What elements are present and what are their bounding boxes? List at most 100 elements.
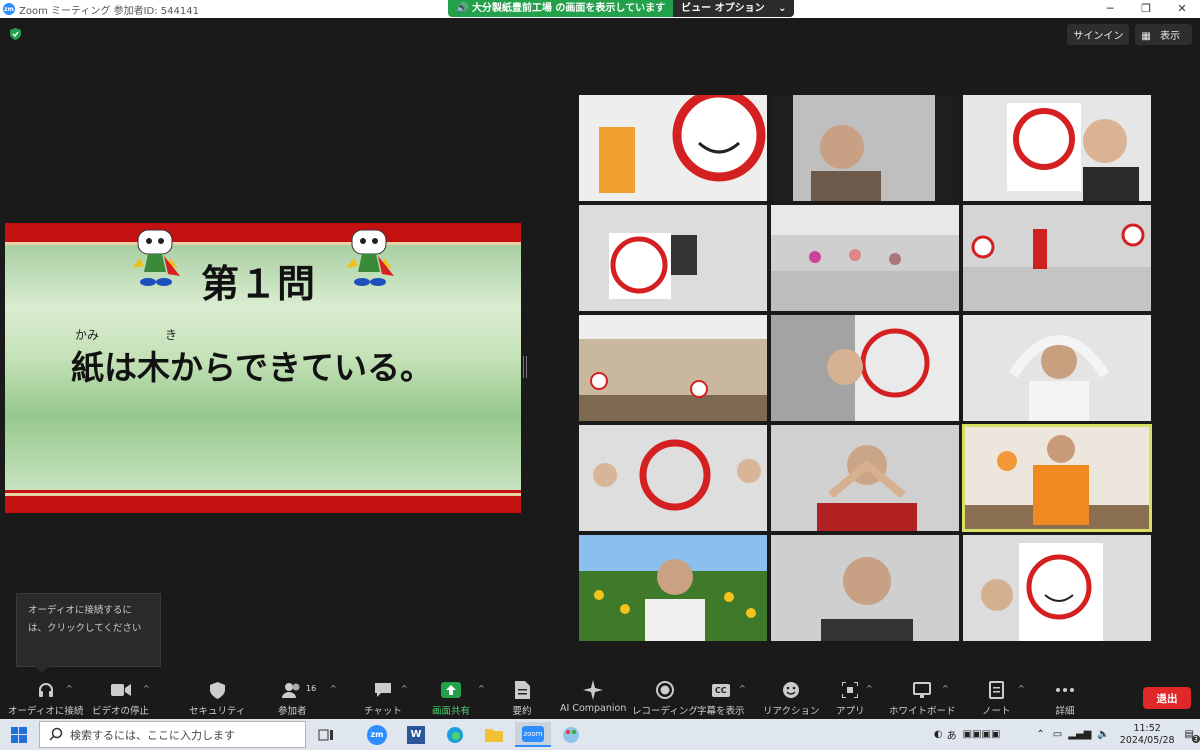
apps-button[interactable]: アプリ [836,680,865,717]
video-tile[interactable] [771,205,959,311]
share-banner: 🔊 大分製紙豊前工場 の画面を表示しています ビュー オプション ⌄ [448,0,795,17]
sunflower-field-image [579,559,767,641]
chat-icon [372,680,394,700]
volume-icon[interactable]: 🔈 [1097,729,1109,740]
participant-count: 16 [306,684,317,693]
search-icon [49,727,63,744]
task-view-icon[interactable] [312,722,340,747]
zoom-taskbar-icon[interactable]: zm [363,722,391,747]
file-explorer-icon[interactable] [480,722,508,747]
apps-caret[interactable]: ^ [866,684,873,693]
split-resize-handle[interactable] [523,356,527,378]
close-button[interactable]: ✕ [1164,0,1200,18]
headphones-icon [35,680,57,700]
chat-caret[interactable]: ^ [401,684,408,693]
video-tile[interactable] [963,535,1151,641]
share-caret[interactable]: ^ [478,684,485,693]
security-button[interactable]: セキュリティ [189,680,245,717]
zoom-meeting-taskbar-icon[interactable]: zoom [515,722,551,747]
video-tile[interactable] [579,535,767,641]
zoom-app-icon: zm [3,3,15,15]
reactions-button[interactable]: リアクション [763,680,820,717]
top-right-controls: サインイン ▦ 表示 [1067,24,1192,45]
toilet-roll-mascot-icon [346,229,394,286]
whiteboard-icon [911,680,933,700]
minimize-button[interactable]: ─ [1092,0,1128,18]
windows-start-icon[interactable] [5,722,33,747]
edge-taskbar-icon[interactable] [441,722,469,747]
video-tile[interactable] [579,315,767,421]
view-button[interactable]: ▦ 表示 [1135,24,1192,45]
window-controls: ─ ❐ ✕ [1092,0,1200,18]
video-tile[interactable] [963,205,1151,311]
network-icon[interactable]: ▂▄▆ [1068,729,1091,740]
smiley-sign-image [599,95,766,193]
notification-icon[interactable]: ▤ 3 [1185,729,1200,743]
encryption-shield-icon[interactable] [10,28,21,40]
toilet-roll-mascot-icon [132,229,180,286]
video-tile[interactable] [771,425,959,531]
notes-icon [985,680,1007,700]
participant-video-image [817,445,917,531]
tray-apps-icon[interactable]: ▣▣▣▣ [963,729,1001,740]
notes-caret[interactable]: ^ [1018,684,1025,693]
chat-button[interactable]: チャット [364,680,402,717]
chevron-up-icon[interactable]: ⌃ [1036,729,1044,740]
video-tile[interactable] [771,535,959,641]
audio-connect-tooltip: オーディオに接続するには、クリックしてください [16,593,161,673]
taskbar-search-input[interactable]: 検索するには、ここに入力します [39,721,306,748]
captions-icon: CC [710,680,732,700]
windows-taskbar: 検索するには、ここに入力します zm W zoom ◐ あ ▣▣▣▣ ⌃ ▭ ▂… [0,719,1200,750]
participants-button[interactable]: 参加者 [278,680,307,717]
record-button[interactable]: レコーディング [632,680,698,717]
video-options-caret[interactable]: ^ [143,684,150,693]
maximize-button[interactable]: ❐ [1128,0,1164,18]
more-button[interactable]: 詳細 [1054,680,1076,717]
taskbar-clock[interactable]: 11:52 2024/05/28 [1120,723,1175,747]
more-icon [1054,680,1076,700]
window-title: Zoom ミーティング 参加者ID: 544141 [19,5,199,17]
ime-icon[interactable]: ◐ [934,729,943,740]
summary-icon [511,680,533,700]
ime-mode-indicator[interactable]: あ [947,727,957,742]
word-taskbar-icon[interactable]: W [402,722,430,747]
video-tile[interactable] [771,95,959,201]
sparkle-icon [582,680,604,700]
smiley-sign-image [981,543,1103,641]
view-options-button[interactable]: ビュー オプション ⌄ [673,0,795,17]
signin-button[interactable]: サインイン [1067,24,1130,45]
participants-caret[interactable]: ^ [330,684,337,693]
share-screen-button[interactable]: 画面共有 [432,680,470,717]
participants-icon [281,680,303,700]
classroom-image [771,205,959,311]
battery-icon[interactable]: ▭ [1053,729,1062,740]
whiteboard-caret[interactable]: ^ [942,684,949,693]
apps-icon [839,680,861,700]
audio-options-caret[interactable]: ^ [66,684,73,693]
share-screen-icon [440,680,462,700]
participant-video-image [793,95,935,201]
participant-video-image [963,435,1151,531]
gallery-view [579,95,1152,642]
video-tile-active-speaker[interactable] [962,424,1152,532]
captions-caret[interactable]: ^ [739,684,746,693]
slide-title: 第１問 [201,261,316,306]
circle-sign-image [827,315,959,421]
summary-button[interactable]: 要約 [511,680,533,717]
video-tile[interactable] [579,95,767,201]
captions-button[interactable]: CC 字幕を表示 [697,680,745,717]
paint-taskbar-icon[interactable] [557,722,585,747]
notes-button[interactable]: ノート [982,680,1011,717]
ai-companion-button[interactable]: AI Companion [560,680,626,714]
circle-sign-image [593,439,761,511]
stop-video-button[interactable]: ビデオの停止 [92,680,149,717]
chevron-down-icon: ⌄ [778,3,787,14]
video-tile[interactable] [771,315,959,421]
leave-button[interactable]: 退出 [1143,687,1191,709]
video-tile[interactable] [963,315,1151,421]
video-tile[interactable] [579,205,767,311]
smiley-sign-image [1007,103,1139,201]
video-tile[interactable] [579,425,767,531]
smiley-sign-image [609,233,697,299]
video-tile[interactable] [963,95,1151,201]
